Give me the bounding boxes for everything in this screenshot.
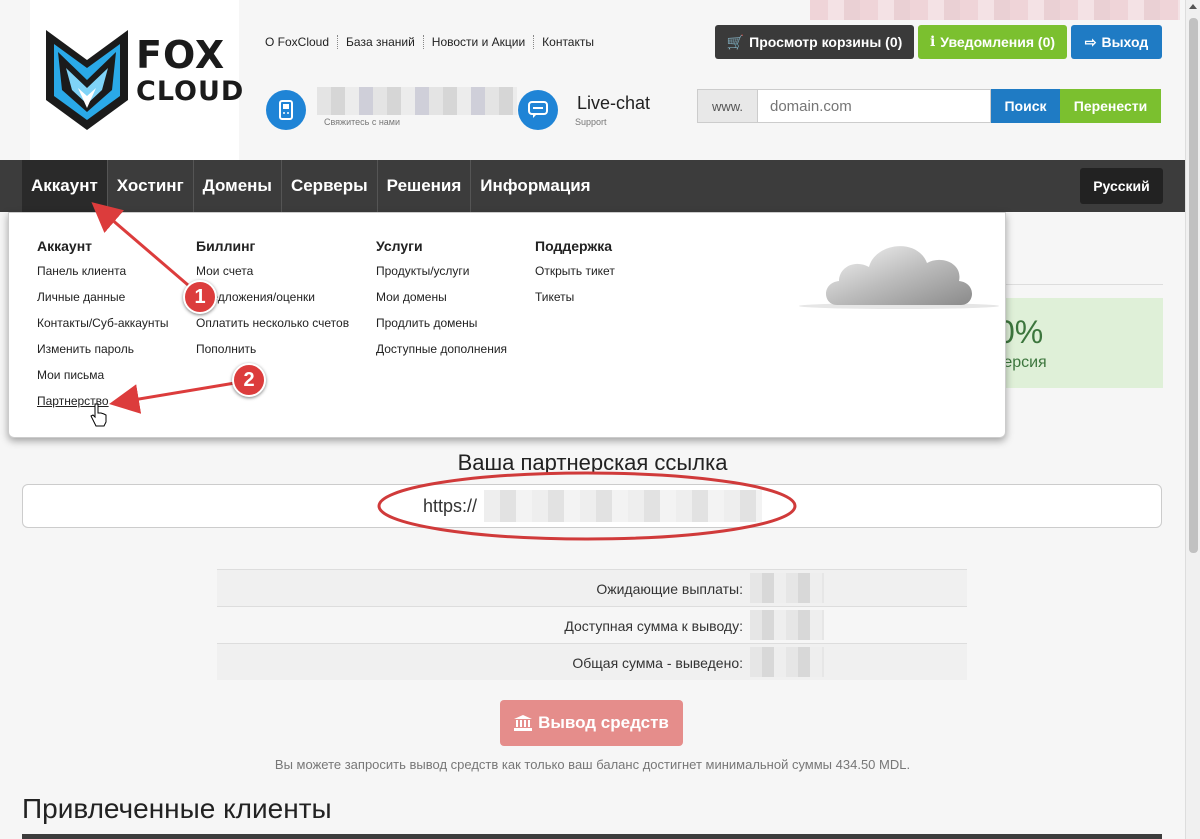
withdraw-label: Вывод средств xyxy=(538,713,669,732)
cloud-icon xyxy=(799,246,999,309)
top-link-about[interactable]: О FoxCloud xyxy=(257,35,339,49)
search-button[interactable]: Поиск xyxy=(991,89,1060,123)
logout-label: Выход xyxy=(1101,34,1149,50)
account-dropdown: Аккаунт Панель клиента Личные данные Кон… xyxy=(8,212,1006,438)
divider xyxy=(1005,284,1163,285)
total-withdrawn-value xyxy=(750,647,824,677)
available-amount-value xyxy=(750,610,824,640)
phone-subtitle: Свяжитесь с нами xyxy=(324,117,401,127)
cart-icon: 🛒 xyxy=(726,33,745,50)
nav-domains[interactable]: Домены xyxy=(194,160,282,212)
logo[interactable]: FOX CLOUD xyxy=(30,0,243,160)
bank-icon xyxy=(514,715,533,731)
main-nav: Аккаунт Хостинг Домены Серверы Решения И… xyxy=(0,160,1185,212)
menu-mass-pay[interactable]: Оплатить несколько счетов xyxy=(196,316,349,342)
view-cart-button[interactable]: 🛒 Просмотр корзины (0) xyxy=(715,25,914,59)
logout-button[interactable]: ⇨ Выход xyxy=(1071,25,1162,59)
view-cart-label: Просмотр корзины (0) xyxy=(749,34,903,50)
menu-client-panel[interactable]: Панель клиента xyxy=(37,264,169,290)
logo-text: FOX CLOUD xyxy=(136,36,244,105)
payout-stats: Ожидающие выплаты: Доступная сумма к выв… xyxy=(217,569,967,680)
dropdown-heading-billing: Биллинг xyxy=(196,238,256,254)
available-amount-label: Доступная сумма к выводу: xyxy=(564,618,743,634)
stat-box: 0% версия xyxy=(995,298,1163,388)
menu-my-invoices[interactable]: Мои счета xyxy=(196,264,349,290)
menu-renew-domains[interactable]: Продлить домены xyxy=(376,316,507,342)
logo-line-1: FOX xyxy=(136,33,226,77)
dropdown-col-services: Услуги Продукты/услуги Мои домены Продли… xyxy=(376,238,507,368)
livechat-subtitle: Support xyxy=(575,117,607,127)
domain-search: www. Поиск Перенести xyxy=(697,89,1161,123)
info-icon: i xyxy=(929,34,936,50)
partner-link-title: Ваша партнерская ссылка xyxy=(457,450,728,475)
pending-payout-label: Ожидающие выплаты: xyxy=(596,581,743,597)
menu-add-funds[interactable]: Пополнить xyxy=(196,342,349,368)
dropdown-heading-account: Аккаунт xyxy=(37,238,93,254)
menu-personal-data[interactable]: Личные данные xyxy=(37,290,169,316)
dropdown-col-support: Поддержка Открыть тикет Тикеты xyxy=(535,238,615,316)
page: FOX CLOUD О FoxCloud База знаний Новости… xyxy=(0,0,1200,839)
dropdown-heading-support: Поддержка xyxy=(535,238,613,254)
top-link-news[interactable]: Новости и Акции xyxy=(424,35,535,49)
notifications-label: Уведомления (0) xyxy=(940,34,1056,50)
annotation-marker-2: 2 xyxy=(232,363,266,397)
scrollbar[interactable] xyxy=(1185,0,1200,839)
menu-products-services[interactable]: Продукты/услуги xyxy=(376,264,507,290)
menu-quotes[interactable]: Предложения/оценки xyxy=(196,290,349,316)
dropdown-col-account: Аккаунт Панель клиента Личные данные Кон… xyxy=(37,238,169,420)
transfer-button[interactable]: Перенести xyxy=(1060,89,1161,123)
domain-input[interactable] xyxy=(757,89,991,123)
livechat-link[interactable]: Live-chat xyxy=(577,93,650,114)
nav-solutions[interactable]: Решения xyxy=(378,160,472,212)
www-prefix: www. xyxy=(697,89,757,123)
withdraw-button[interactable]: Вывод средств xyxy=(500,700,683,746)
top-link-knowledge-base[interactable]: База знаний xyxy=(338,35,424,49)
nav-information[interactable]: Информация xyxy=(471,160,599,212)
menu-change-password[interactable]: Изменить пароль xyxy=(37,342,169,368)
fox-logo-icon xyxy=(46,30,128,130)
language-button[interactable]: Русский xyxy=(1080,168,1163,204)
stats-row-withdrawn: Общая сумма - выведено: xyxy=(217,643,967,680)
menu-tickets[interactable]: Тикеты xyxy=(535,290,615,316)
stats-row-available: Доступная сумма к выводу: xyxy=(217,606,967,643)
chat-icon[interactable] xyxy=(518,90,558,130)
notifications-button[interactable]: i Уведомления (0) xyxy=(918,25,1067,59)
nav-servers[interactable]: Серверы xyxy=(282,160,378,212)
stats-row-pending: Ожидающие выплаты: xyxy=(217,569,967,606)
menu-open-ticket[interactable]: Открыть тикет xyxy=(535,264,615,290)
scroll-thumb[interactable] xyxy=(1189,18,1198,553)
dropdown-heading-services: Услуги xyxy=(376,238,423,254)
phone-number-redacted xyxy=(317,87,517,115)
menu-affiliate[interactable]: Партнерство xyxy=(37,394,169,420)
menu-addons[interactable]: Доступные дополнения xyxy=(376,342,507,368)
menu-my-emails[interactable]: Мои письма xyxy=(37,368,169,394)
menu-contacts-subaccounts[interactable]: Контакты/Суб-аккаунты xyxy=(37,316,169,342)
table-header-bar xyxy=(22,834,1162,839)
annotation-marker-1: 1 xyxy=(183,280,217,314)
nav-hosting[interactable]: Хостинг xyxy=(108,160,194,212)
dropdown-col-billing: Биллинг Мои счета Предложения/оценки Опл… xyxy=(196,238,349,368)
phone-icon xyxy=(266,90,306,130)
pending-payout-value xyxy=(750,573,824,603)
referred-clients-heading: Привлеченные клиенты xyxy=(22,793,332,824)
logout-icon: ⇨ xyxy=(1084,33,1097,50)
top-links: О FoxCloud База знаний Новости и Акции К… xyxy=(257,35,602,49)
withdraw-note: Вы можете запросить вывод средств как то… xyxy=(274,757,911,772)
scroll-up-icon[interactable] xyxy=(1189,4,1197,9)
partner-link-redacted xyxy=(484,490,762,522)
nav-account[interactable]: Аккаунт xyxy=(22,160,108,212)
logo-line-2: CLOUD xyxy=(136,76,245,107)
redacted-area xyxy=(810,0,1180,20)
menu-my-domains[interactable]: Мои домены xyxy=(376,290,507,316)
partner-link-prefix: https:// xyxy=(423,496,478,516)
top-link-contacts[interactable]: Контакты xyxy=(534,35,602,49)
total-withdrawn-label: Общая сумма - выведено: xyxy=(572,655,743,671)
